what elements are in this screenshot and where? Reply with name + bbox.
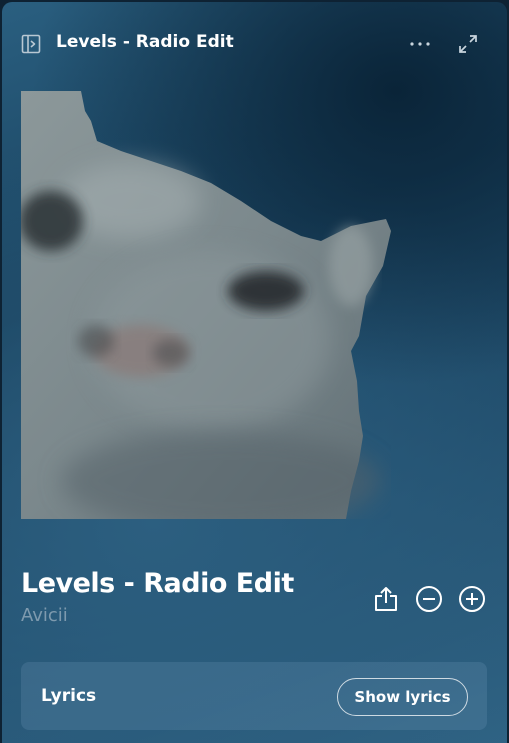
more-options-icon[interactable]	[406, 34, 434, 54]
now-playing-header: Levels - Radio Edit	[2, 24, 507, 64]
minus-circle-icon[interactable]	[414, 584, 444, 614]
expand-icon[interactable]	[458, 34, 478, 54]
now-playing-panel: Levels - Radio Edit Levels - Radio Edit …	[2, 2, 507, 743]
track-title: Levels - Radio Edit	[21, 568, 294, 599]
track-artist[interactable]: Avicii	[21, 605, 68, 626]
plus-circle-icon[interactable]	[457, 584, 487, 614]
sidebar-toggle-icon[interactable]	[21, 34, 41, 54]
album-art	[21, 91, 391, 519]
lyrics-label: Lyrics	[41, 686, 97, 706]
share-icon[interactable]	[371, 584, 401, 614]
header-title: Levels - Radio Edit	[56, 32, 234, 52]
show-lyrics-button[interactable]: Show lyrics	[337, 678, 468, 716]
lyrics-card: Lyrics Show lyrics	[21, 662, 487, 730]
